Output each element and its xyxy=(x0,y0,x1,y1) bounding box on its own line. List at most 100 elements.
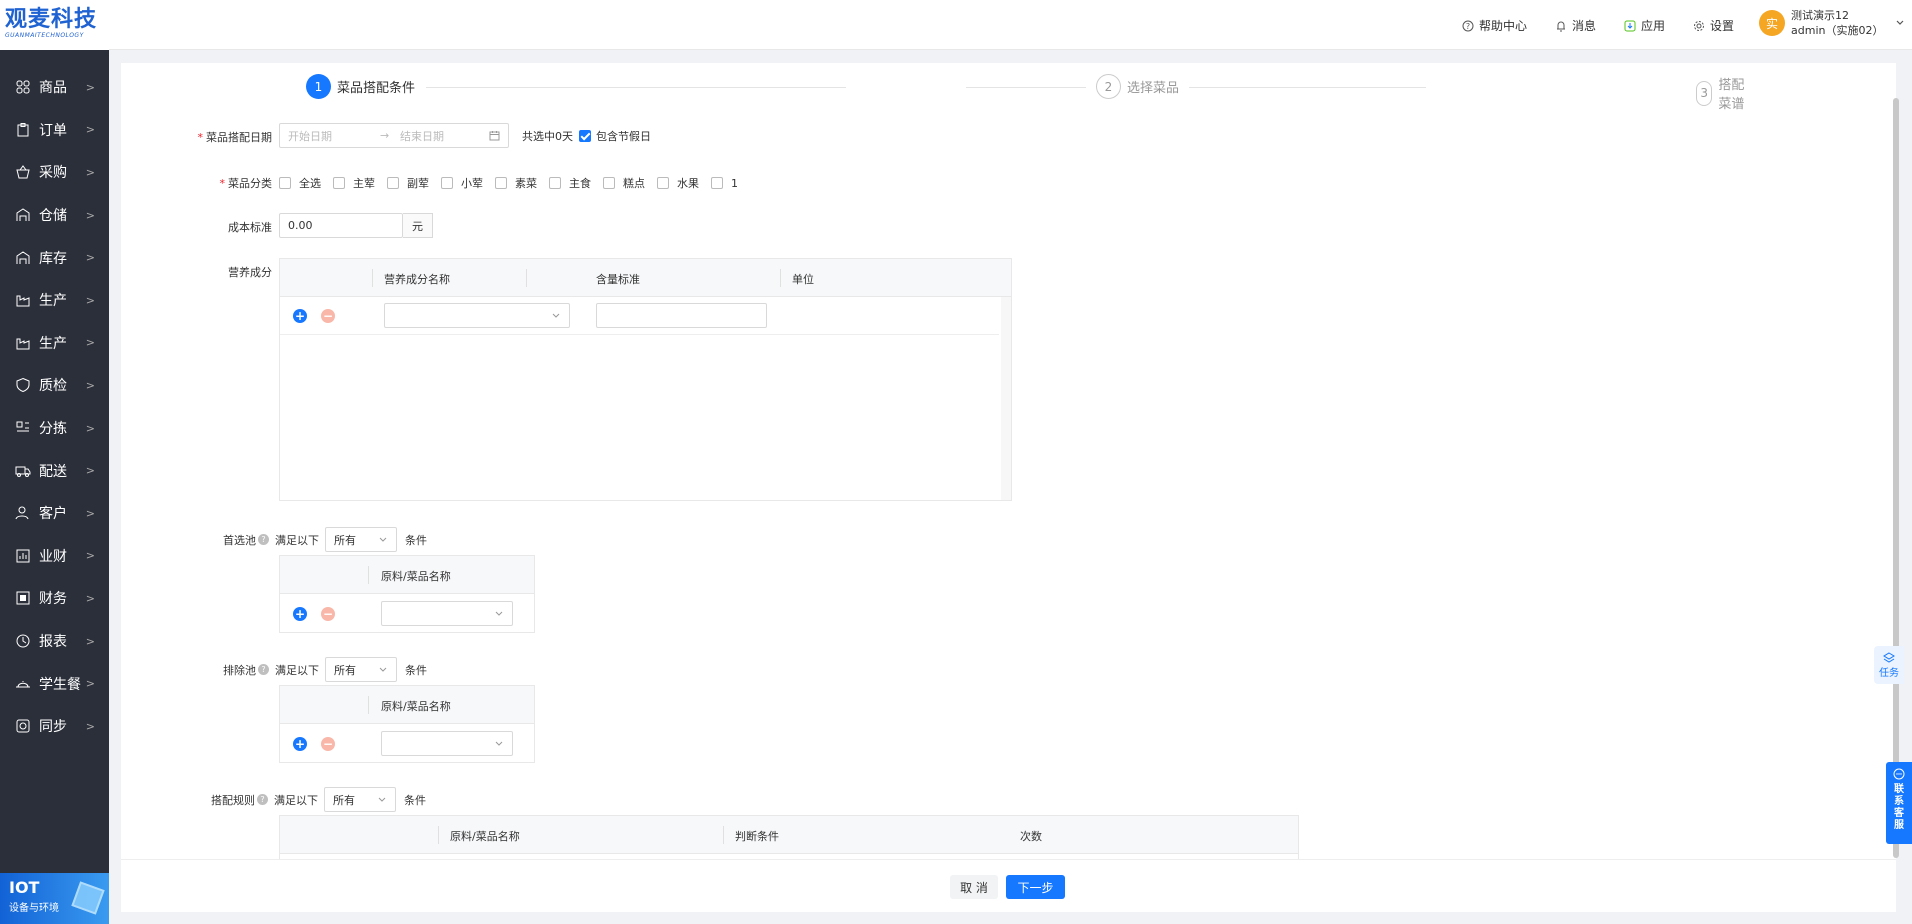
question-icon[interactable]: ? xyxy=(258,664,269,675)
sidebar-item[interactable]: 财务 > xyxy=(0,577,109,620)
plus-icon[interactable]: + xyxy=(293,309,307,323)
include-holiday-label: 包含节假日 xyxy=(596,129,651,143)
plus-icon[interactable]: + xyxy=(293,607,307,621)
category-checkbox[interactable] xyxy=(441,177,453,189)
category-checkbox[interactable] xyxy=(279,177,291,189)
minus-icon[interactable]: − xyxy=(321,309,335,323)
sidebar-item[interactable]: 生产 > xyxy=(0,322,109,365)
gear-icon xyxy=(1694,20,1704,31)
chevron-down-icon xyxy=(379,537,387,542)
sidebar-item[interactable]: 客户 > xyxy=(0,492,109,535)
category-checkbox[interactable] xyxy=(387,177,399,189)
sidebar-item[interactable]: 同步 > xyxy=(0,705,109,748)
iot-banner[interactable]: IOT 设备与环境 xyxy=(0,873,109,924)
customer-service-float-button[interactable]: 联 系 客 服 xyxy=(1886,762,1912,844)
task-float-button[interactable]: 任务 xyxy=(1874,646,1904,684)
column-divider xyxy=(438,826,439,844)
apps-link[interactable]: 应用 xyxy=(1624,17,1665,34)
sidebar-item[interactable]: 业财 > xyxy=(0,535,109,578)
category-option[interactable]: 素菜 xyxy=(495,175,537,191)
exclude-row: 排除池 ? 满足以下 所有 条件 xyxy=(223,657,427,682)
category-checkbox[interactable] xyxy=(603,177,615,189)
column-divider xyxy=(368,696,369,714)
user-name: 测试演示12 xyxy=(1791,9,1849,22)
next-button[interactable]: 下一步 xyxy=(1006,875,1065,899)
category-option-label: 糕点 xyxy=(623,177,645,190)
help-center-link[interactable]: ? 帮助中心 xyxy=(1462,17,1527,34)
category-checkbox[interactable] xyxy=(495,177,507,189)
help-center-label: 帮助中心 xyxy=(1479,19,1528,33)
category-checkbox[interactable] xyxy=(711,177,723,189)
question-icon[interactable]: ? xyxy=(257,794,268,805)
sidebar-item[interactable]: 配送 > xyxy=(0,449,109,492)
rules-row: 搭配规则 ? 满足以下 所有 条件 xyxy=(211,787,426,812)
content-standard-input[interactable] xyxy=(596,303,767,328)
sidebar-item[interactable]: 仓储 > xyxy=(0,194,109,237)
table-scrollbar[interactable] xyxy=(1001,297,1011,500)
plus-icon[interactable]: + xyxy=(293,737,307,751)
cancel-button[interactable]: 取 消 xyxy=(950,875,998,899)
column-header: 判断条件 xyxy=(735,830,779,843)
cost-input[interactable]: 0.00 xyxy=(279,213,403,238)
satisfy-select-value: 所有 xyxy=(333,793,355,807)
messages-link[interactable]: 消息 xyxy=(1555,17,1596,34)
sidebar-item-label: 业财 xyxy=(39,548,67,565)
category-checkbox[interactable] xyxy=(657,177,669,189)
satisfy-select[interactable]: 所有 xyxy=(324,787,396,812)
minus-icon[interactable]: − xyxy=(321,737,335,751)
column-header: 营养成分名称 xyxy=(384,273,450,286)
sidebar-item[interactable]: 报表 > xyxy=(0,620,109,663)
nutrition-name-select[interactable] xyxy=(384,303,570,328)
sidebar-item[interactable]: 采购 > xyxy=(0,151,109,194)
chevron-down-icon xyxy=(495,741,503,746)
sidebar-item-label: 财务 xyxy=(39,591,67,608)
minus-icon[interactable]: − xyxy=(321,607,335,621)
chevron-right-icon: > xyxy=(85,293,95,307)
category-option[interactable]: 1 xyxy=(711,177,738,190)
category-option[interactable]: 水果 xyxy=(657,175,699,191)
column-divider xyxy=(372,269,373,287)
date-range-picker[interactable]: 开始日期 → 结束日期 xyxy=(279,123,509,148)
category-option[interactable]: 主食 xyxy=(549,175,591,191)
category-option-label: 副荤 xyxy=(407,177,429,190)
preferred-item-select[interactable] xyxy=(381,601,513,626)
sidebar-item[interactable]: 学生餐 > xyxy=(0,662,109,705)
sidebar-item[interactable]: 质检 > xyxy=(0,364,109,407)
content-card: 1 菜品搭配条件 2 选择菜品 3 搭配菜谱 * 菜品搭配日期 开始日期 → 结束… xyxy=(121,63,1896,912)
exclude-pool-table: 原料/菜品名称 + − xyxy=(279,685,535,763)
category-option[interactable]: 副荤 xyxy=(387,175,429,191)
category-checkbox[interactable] xyxy=(549,177,561,189)
date-row: 开始日期 → 结束日期 共选中0天 包含节假日 xyxy=(279,123,651,148)
sync-icon xyxy=(16,719,30,733)
chevron-right-icon: > xyxy=(85,549,95,563)
table-header: 原料/菜品名称 xyxy=(280,556,534,594)
rules-label: 搭配规则 xyxy=(211,793,255,807)
sidebar-item[interactable]: 库存 > xyxy=(0,236,109,279)
sidebar-item[interactable]: 生产 > xyxy=(0,279,109,322)
sidebar-item[interactable]: 订单 > xyxy=(0,109,109,152)
category-option-label: 主荤 xyxy=(353,177,375,190)
satisfy-select[interactable]: 所有 xyxy=(325,657,397,682)
settings-link[interactable]: 设置 xyxy=(1693,17,1734,34)
user-menu[interactable]: 实 测试演示12 admin（实施02） xyxy=(1759,8,1905,38)
sidebar-item-label: 仓储 xyxy=(39,208,67,225)
sidebar-item[interactable]: 商品 > xyxy=(0,66,109,109)
satisfy-select[interactable]: 所有 xyxy=(325,527,397,552)
category-checkbox[interactable] xyxy=(333,177,345,189)
exclude-item-select[interactable] xyxy=(381,731,513,756)
sidebar-item[interactable]: 分拣 > xyxy=(0,407,109,450)
category-option-label: 素菜 xyxy=(515,177,537,190)
category-option[interactable]: 小荤 xyxy=(441,175,483,191)
column-header: 原料/菜品名称 xyxy=(381,570,451,583)
selected-days-text: 共选中0天 xyxy=(522,129,573,143)
category-option[interactable]: 全选 xyxy=(279,175,321,191)
category-option[interactable]: 主荤 xyxy=(333,175,375,191)
question-icon[interactable]: ? xyxy=(258,534,269,545)
chevron-right-icon: > xyxy=(85,719,95,733)
sidebar-item-label: 采购 xyxy=(39,165,67,182)
brand-logo[interactable]: 观麦科技 GUANMAITECHNOLOGY xyxy=(0,0,109,50)
page-scrollbar[interactable] xyxy=(1893,98,1899,858)
category-option[interactable]: 糕点 xyxy=(603,175,645,191)
step-3: 3 搭配菜谱 xyxy=(1686,74,1761,112)
include-holiday-checkbox[interactable] xyxy=(579,129,591,142)
